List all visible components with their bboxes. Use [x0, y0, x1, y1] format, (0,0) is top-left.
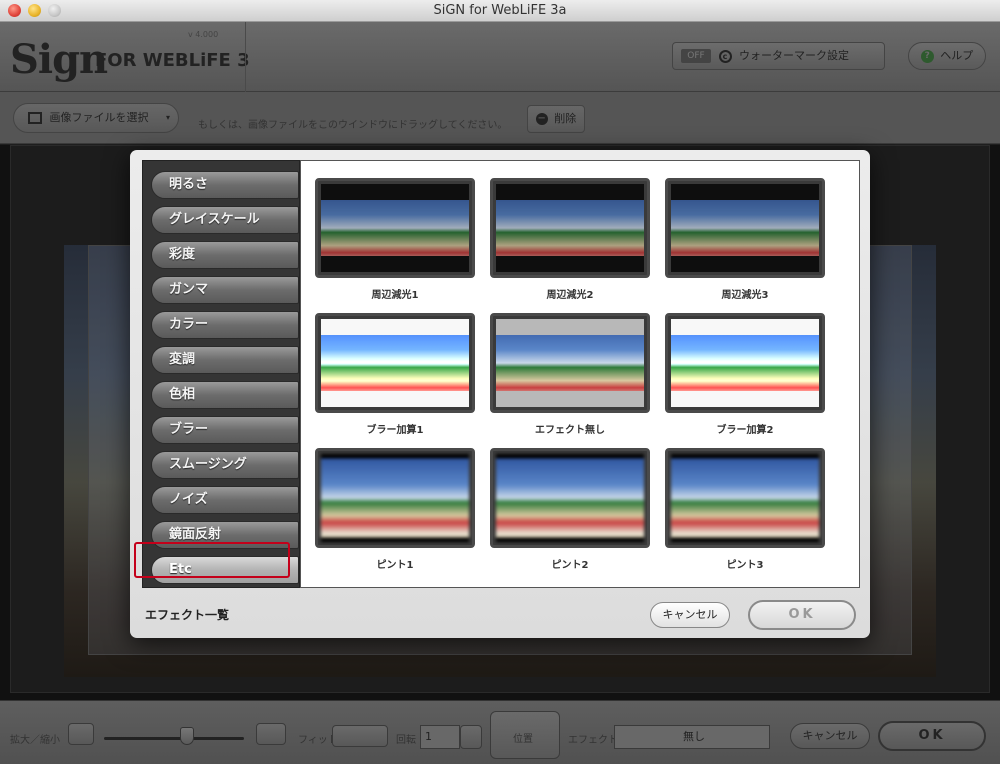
- effect-preview-image: [671, 184, 819, 272]
- select-file-label: 画像ファイルを選択: [49, 111, 149, 124]
- zoom-window-icon[interactable]: [48, 4, 61, 17]
- effect-category-item[interactable]: 明るさ: [151, 171, 299, 199]
- effect-preview-image: [671, 454, 819, 542]
- watermark-off-badge: OFF: [681, 49, 711, 63]
- version-label: v 4.000: [188, 30, 219, 39]
- effect-thumbnail-label: ブラー加算2: [716, 425, 774, 436]
- effect-thumbnail[interactable]: [490, 313, 650, 413]
- effect-thumbnail-label: 周辺減光2: [546, 290, 594, 301]
- copyright-icon: c: [718, 49, 732, 63]
- effect-thumbnail[interactable]: [315, 313, 475, 413]
- dropdown-arrow-icon: ▾: [165, 113, 170, 122]
- minus-icon: −: [535, 113, 548, 125]
- effect-category-item[interactable]: 色相: [151, 381, 299, 409]
- minimize-window-icon[interactable]: [28, 4, 41, 17]
- effect-category-list: 明るさ グレイスケール 彩度 ガンマ カラー 変調 色相 ブラー スムージング ノイズ 鏡面反射 Et…: [142, 160, 300, 588]
- zoom-slider-track[interactable]: [104, 737, 244, 740]
- app-logo-subtitle: FOR WEBLiFE 3: [95, 50, 250, 71]
- effect-thumbnail[interactable]: [665, 448, 825, 548]
- image-file-icon: [28, 112, 42, 124]
- dialog-title: エフェクト一覧: [145, 608, 230, 622]
- help-button[interactable]: ? ヘルプ: [908, 42, 986, 70]
- select-image-file-button[interactable]: 画像ファイルを選択 ▾: [13, 103, 179, 133]
- effect-category-item[interactable]: スムージング: [151, 451, 299, 479]
- dialog-ok-button[interactable]: OK: [748, 600, 856, 630]
- title-bar: SiGN for WebLiFE 3a: [0, 0, 1000, 22]
- effect-preview-image: [321, 184, 469, 272]
- effect-thumbnail-label: ピント2: [551, 560, 589, 571]
- header-divider: [245, 22, 246, 92]
- effect-category-item[interactable]: 彩度: [151, 241, 299, 269]
- effect-thumbnail[interactable]: [665, 313, 825, 413]
- window-title: SiGN for WebLiFE 3a: [433, 3, 567, 18]
- effect-thumbnail-grid: 周辺減光1 周辺減光2 周辺減光3 ブラー加算1 エフェクト無し ブラー加算2 ピント1 ピン…: [300, 160, 860, 588]
- effect-label: エフェクト: [568, 735, 618, 746]
- main-ok-button[interactable]: OK: [878, 721, 986, 751]
- effect-thumbnail[interactable]: [665, 178, 825, 278]
- main-cancel-button[interactable]: キャンセル: [790, 723, 870, 749]
- effect-category-item[interactable]: グレイスケール: [151, 206, 299, 234]
- effect-category-item[interactable]: 変調: [151, 346, 299, 374]
- effect-thumbnail-label: ピント3: [726, 560, 764, 571]
- effect-preview-image: [496, 319, 644, 407]
- position-pad[interactable]: 位置: [490, 711, 560, 759]
- question-icon: ?: [920, 49, 934, 63]
- toolbar: 画像ファイルを選択 ▾ もしくは、画像ファイルをこのウインドウにドラッグしてくだ…: [0, 92, 1000, 144]
- effects-dialog: 明るさ グレイスケール 彩度 ガンマ カラー 変調 色相 ブラー スムージング ノイズ 鏡面反射 Et…: [130, 150, 870, 638]
- bottom-bar: 拡大／縮小 フィット 回転 1 位置 エフェクト 無し キャンセル OK: [0, 700, 1000, 764]
- selected-category-outline: [134, 542, 290, 578]
- rotate-input[interactable]: 1: [420, 725, 460, 749]
- watermark-settings-button[interactable]: OFF c ウォーターマーク設定: [672, 42, 885, 70]
- effect-thumbnail-label: ブラー加算1: [366, 425, 424, 436]
- app-header: Sign FOR WEBLiFE 3 v 4.000 OFF c ウォーターマー…: [0, 22, 1000, 92]
- effect-category-item[interactable]: ガンマ: [151, 276, 299, 304]
- effect-thumbnail-label: エフェクト無し: [535, 425, 605, 436]
- delete-button[interactable]: − 削除: [527, 105, 585, 133]
- effect-thumbnail[interactable]: [490, 178, 650, 278]
- fit-stepper[interactable]: [332, 725, 388, 747]
- watermark-label: ウォーターマーク設定: [739, 49, 849, 62]
- effect-category-item[interactable]: ブラー: [151, 416, 299, 444]
- effect-thumbnail[interactable]: [315, 448, 475, 548]
- effect-thumbnail-label: 周辺減光3: [721, 290, 769, 301]
- drag-hint-text: もしくは、画像ファイルをこのウインドウにドラッグしてください。: [198, 120, 508, 131]
- effect-preview-image: [321, 454, 469, 542]
- effect-preview-image: [496, 184, 644, 272]
- rotate-label: 回転: [396, 735, 416, 746]
- zoom-in-button[interactable]: [256, 723, 286, 745]
- effect-select[interactable]: 無し: [614, 725, 770, 749]
- app-logo: Sign: [10, 36, 108, 83]
- effect-preview-image: [496, 454, 644, 542]
- zoom-out-button[interactable]: [68, 723, 94, 745]
- effect-thumbnail[interactable]: [490, 448, 650, 548]
- dialog-cancel-button[interactable]: キャンセル: [650, 602, 730, 628]
- effect-preview-image: [671, 319, 819, 407]
- effect-category-item[interactable]: ノイズ: [151, 486, 299, 514]
- effect-preview-image: [321, 319, 469, 407]
- effect-thumbnail[interactable]: [315, 178, 475, 278]
- delete-label: 削除: [554, 112, 577, 125]
- help-label: ヘルプ: [940, 49, 974, 62]
- effect-thumbnail-label: ピント1: [376, 560, 414, 571]
- rotate-stepper[interactable]: [460, 725, 482, 749]
- app-window: SiGN for WebLiFE 3a Sign FOR WEBLiFE 3 v…: [0, 0, 1000, 764]
- close-window-icon[interactable]: [8, 4, 21, 17]
- effect-thumbnail-label: 周辺減光1: [371, 290, 419, 301]
- zoom-slider-knob[interactable]: [180, 727, 194, 745]
- position-label: 位置: [513, 734, 533, 745]
- effect-category-item[interactable]: カラー: [151, 311, 299, 339]
- zoom-label: 拡大／縮小: [10, 735, 60, 746]
